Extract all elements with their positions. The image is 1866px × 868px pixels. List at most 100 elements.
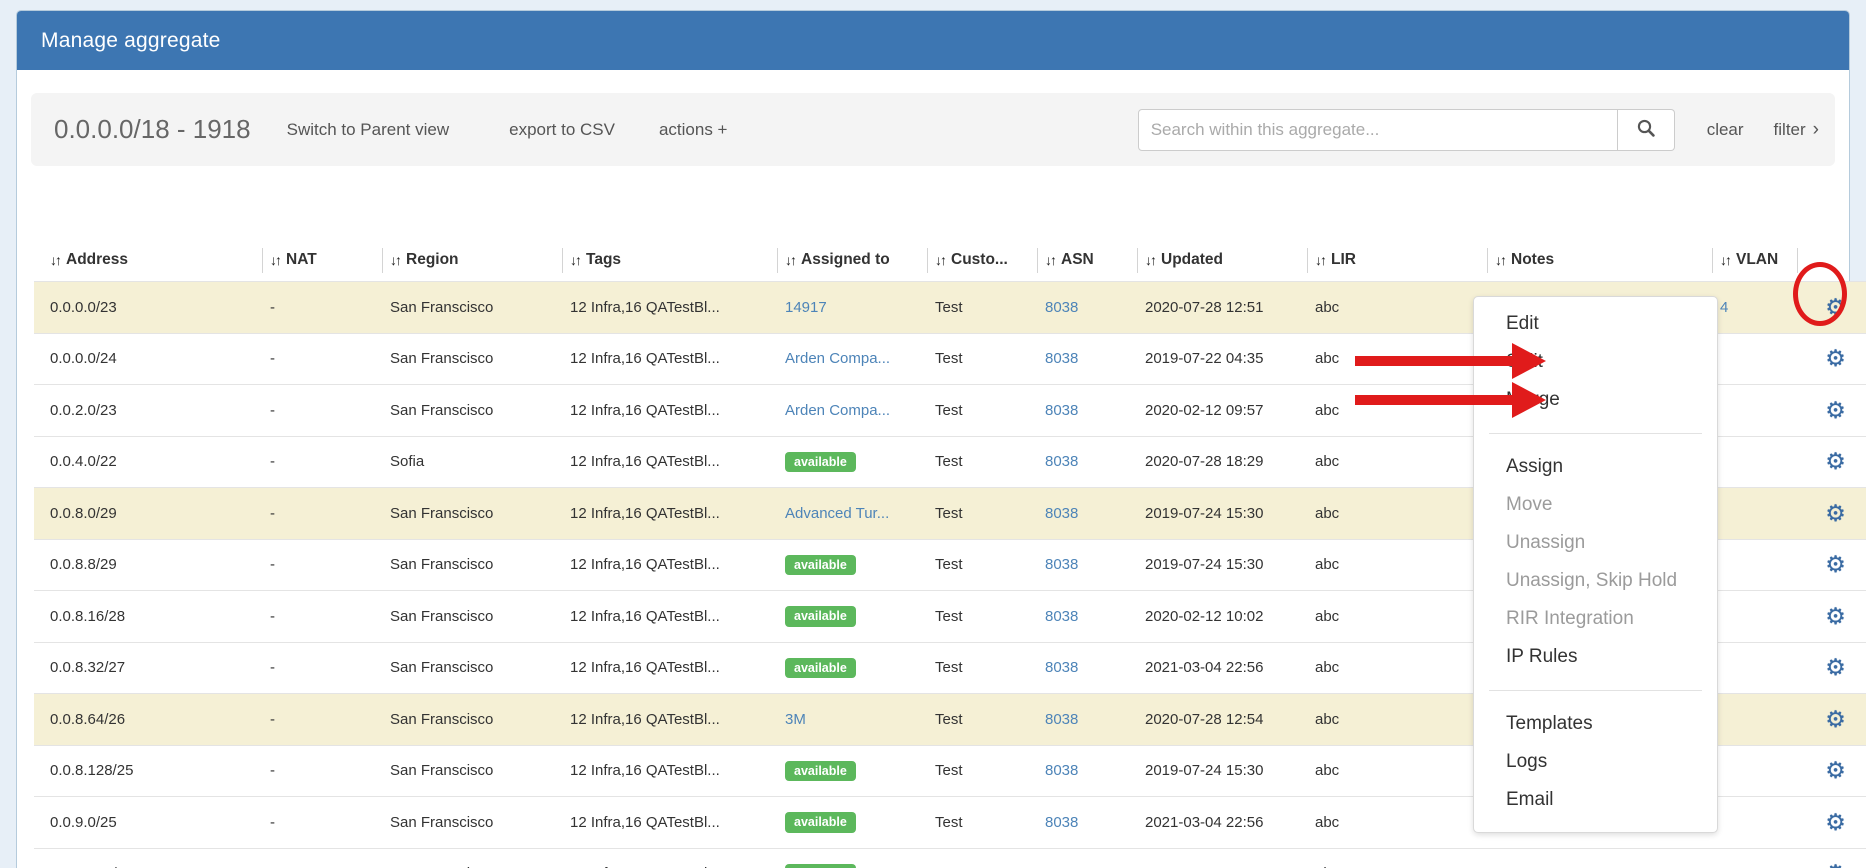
- menu-item-assign[interactable]: Assign: [1474, 448, 1717, 486]
- menu-item-merge[interactable]: Merge: [1474, 381, 1717, 419]
- menu-item-email[interactable]: Email: [1474, 781, 1717, 819]
- asn-link[interactable]: 8038: [1045, 711, 1078, 728]
- column-header-nat[interactable]: ↓↑ NAT: [262, 239, 382, 281]
- assigned-to-link[interactable]: Advanced Tur...: [785, 505, 889, 522]
- lir-cell: abc: [1307, 350, 1487, 367]
- asn-link[interactable]: 8038: [1045, 659, 1078, 676]
- address-cell: 0.0.8.64/26: [34, 711, 262, 728]
- column-header-address[interactable]: ↓↑Address: [34, 239, 262, 281]
- column-header-assigned-to[interactable]: ↓↑Assigned to: [777, 239, 927, 281]
- address-cell: 0.0.8.128/25: [34, 762, 262, 779]
- row-actions-cell: ⚙: [1797, 553, 1866, 576]
- column-header-asn[interactable]: ↓↑ASN: [1037, 239, 1137, 281]
- asn-link[interactable]: 8038: [1045, 556, 1078, 573]
- nat-cell: -: [262, 402, 382, 419]
- menu-item-templates[interactable]: Templates: [1474, 705, 1717, 743]
- gear-icon[interactable]: ⚙: [1825, 708, 1846, 731]
- row-context-menu: EditSplitMergeAssignMoveUnassignUnassign…: [1473, 296, 1718, 833]
- asn-link[interactable]: 8038: [1045, 762, 1078, 779]
- column-header-vlan[interactable]: ↓↑VLAN: [1712, 239, 1797, 281]
- gear-icon[interactable]: ⚙: [1825, 656, 1846, 679]
- asn-link[interactable]: 8038: [1045, 453, 1078, 470]
- region-cell: San Franscisco: [382, 505, 562, 522]
- gear-icon[interactable]: ⚙: [1825, 347, 1846, 370]
- column-header-notes[interactable]: ↓↑Notes: [1487, 239, 1712, 281]
- toolbar-right-group: clear filter ›: [1138, 109, 1819, 151]
- vlan-link[interactable]: 4: [1720, 299, 1728, 316]
- address-cell: 0.0.8.0/29: [34, 505, 262, 522]
- actions-menu-button[interactable]: actions +: [659, 120, 728, 140]
- row-actions-cell: ⚙: [1797, 347, 1866, 370]
- address-cell: 0.0.9.0/25: [34, 814, 262, 831]
- nat-cell: -: [262, 711, 382, 728]
- address-cell: 0.0.0.0/24: [34, 350, 262, 367]
- asn-link[interactable]: 8038: [1045, 350, 1078, 367]
- column-header-label: NAT: [286, 251, 317, 269]
- gear-icon[interactable]: ⚙: [1825, 759, 1846, 782]
- asn-cell: 8038: [1037, 299, 1137, 316]
- column-header-custo[interactable]: ↓↑Custo...: [927, 239, 1037, 281]
- gear-icon[interactable]: ⚙: [1825, 553, 1846, 576]
- customer-cell: Test: [927, 505, 1037, 522]
- column-header-label: Region: [406, 251, 459, 269]
- switch-parent-view-link[interactable]: Switch to Parent view: [287, 120, 450, 140]
- gear-icon[interactable]: ⚙: [1825, 862, 1846, 868]
- search-input[interactable]: [1138, 109, 1618, 151]
- gear-icon[interactable]: ⚙: [1825, 502, 1846, 525]
- search-button[interactable]: [1618, 109, 1675, 151]
- filter-link[interactable]: filter ›: [1774, 120, 1819, 140]
- column-header-label: Assigned to: [801, 251, 890, 269]
- sort-icon: ↓↑: [270, 252, 280, 268]
- column-header-updated[interactable]: ↓↑Updated: [1137, 239, 1307, 281]
- column-header-label: Tags: [586, 251, 621, 269]
- asn-link[interactable]: 8038: [1045, 608, 1078, 625]
- assigned-to-cell: available: [777, 452, 927, 473]
- row-actions-cell: ⚙: [1797, 296, 1866, 319]
- gear-icon[interactable]: ⚙: [1825, 296, 1846, 319]
- column-header-label: VLAN: [1736, 251, 1778, 269]
- asn-cell: 8038: [1037, 505, 1137, 522]
- row-actions-cell: ⚙: [1797, 759, 1866, 782]
- asn-link[interactable]: 8038: [1045, 402, 1078, 419]
- assigned-to-cell: available: [777, 658, 927, 679]
- assigned-to-cell: available: [777, 606, 927, 627]
- gear-icon[interactable]: ⚙: [1825, 450, 1846, 473]
- customer-cell: Test: [927, 711, 1037, 728]
- asn-link[interactable]: 8038: [1045, 299, 1078, 316]
- row-actions-cell: ⚙: [1797, 450, 1866, 473]
- clear-search-link[interactable]: clear: [1707, 120, 1744, 140]
- menu-item-split[interactable]: Split: [1474, 343, 1717, 381]
- address-cell: 0.0.8.32/27: [34, 659, 262, 676]
- menu-item-logs[interactable]: Logs: [1474, 743, 1717, 781]
- nat-cell: -: [262, 659, 382, 676]
- customer-cell: Test: [927, 659, 1037, 676]
- search-group: [1138, 109, 1675, 151]
- updated-cell: 2020-02-12 09:57: [1137, 402, 1307, 419]
- toolbar: 0.0.0.0/18 - 1918 Switch to Parent view …: [31, 93, 1835, 166]
- asn-link[interactable]: 8038: [1045, 814, 1078, 831]
- gear-icon[interactable]: ⚙: [1825, 605, 1846, 628]
- tags-cell: 12 Infra,16 QATestBl...: [562, 556, 777, 573]
- address-cell: 0.0.2.0/23: [34, 402, 262, 419]
- nat-cell: -: [262, 762, 382, 779]
- menu-item-ip-rules[interactable]: IP Rules: [1474, 638, 1717, 676]
- status-badge-available: available: [785, 658, 856, 679]
- menu-item-edit[interactable]: Edit: [1474, 305, 1717, 343]
- export-csv-link[interactable]: export to CSV: [509, 120, 615, 140]
- column-header-region[interactable]: ↓↑Region: [382, 239, 562, 281]
- asn-cell: 8038: [1037, 711, 1137, 728]
- tags-cell: 12 Infra,16 QATestBl...: [562, 659, 777, 676]
- column-header-lir[interactable]: ↓↑LIR: [1307, 239, 1487, 281]
- gear-icon[interactable]: ⚙: [1825, 811, 1846, 834]
- filter-link-label: filter: [1774, 120, 1806, 140]
- assigned-to-link[interactable]: 14917: [785, 299, 827, 316]
- customer-cell: Test: [927, 299, 1037, 316]
- assigned-to-link[interactable]: Arden Compa...: [785, 402, 890, 419]
- assigned-to-link[interactable]: 3M: [785, 711, 806, 728]
- gear-icon[interactable]: ⚙: [1825, 399, 1846, 422]
- asn-cell: 8038: [1037, 453, 1137, 470]
- asn-link[interactable]: 8038: [1045, 505, 1078, 522]
- assigned-to-link[interactable]: Arden Compa...: [785, 350, 890, 367]
- column-header-tags[interactable]: ↓↑Tags: [562, 239, 777, 281]
- updated-cell: 2019-07-24 15:30: [1137, 762, 1307, 779]
